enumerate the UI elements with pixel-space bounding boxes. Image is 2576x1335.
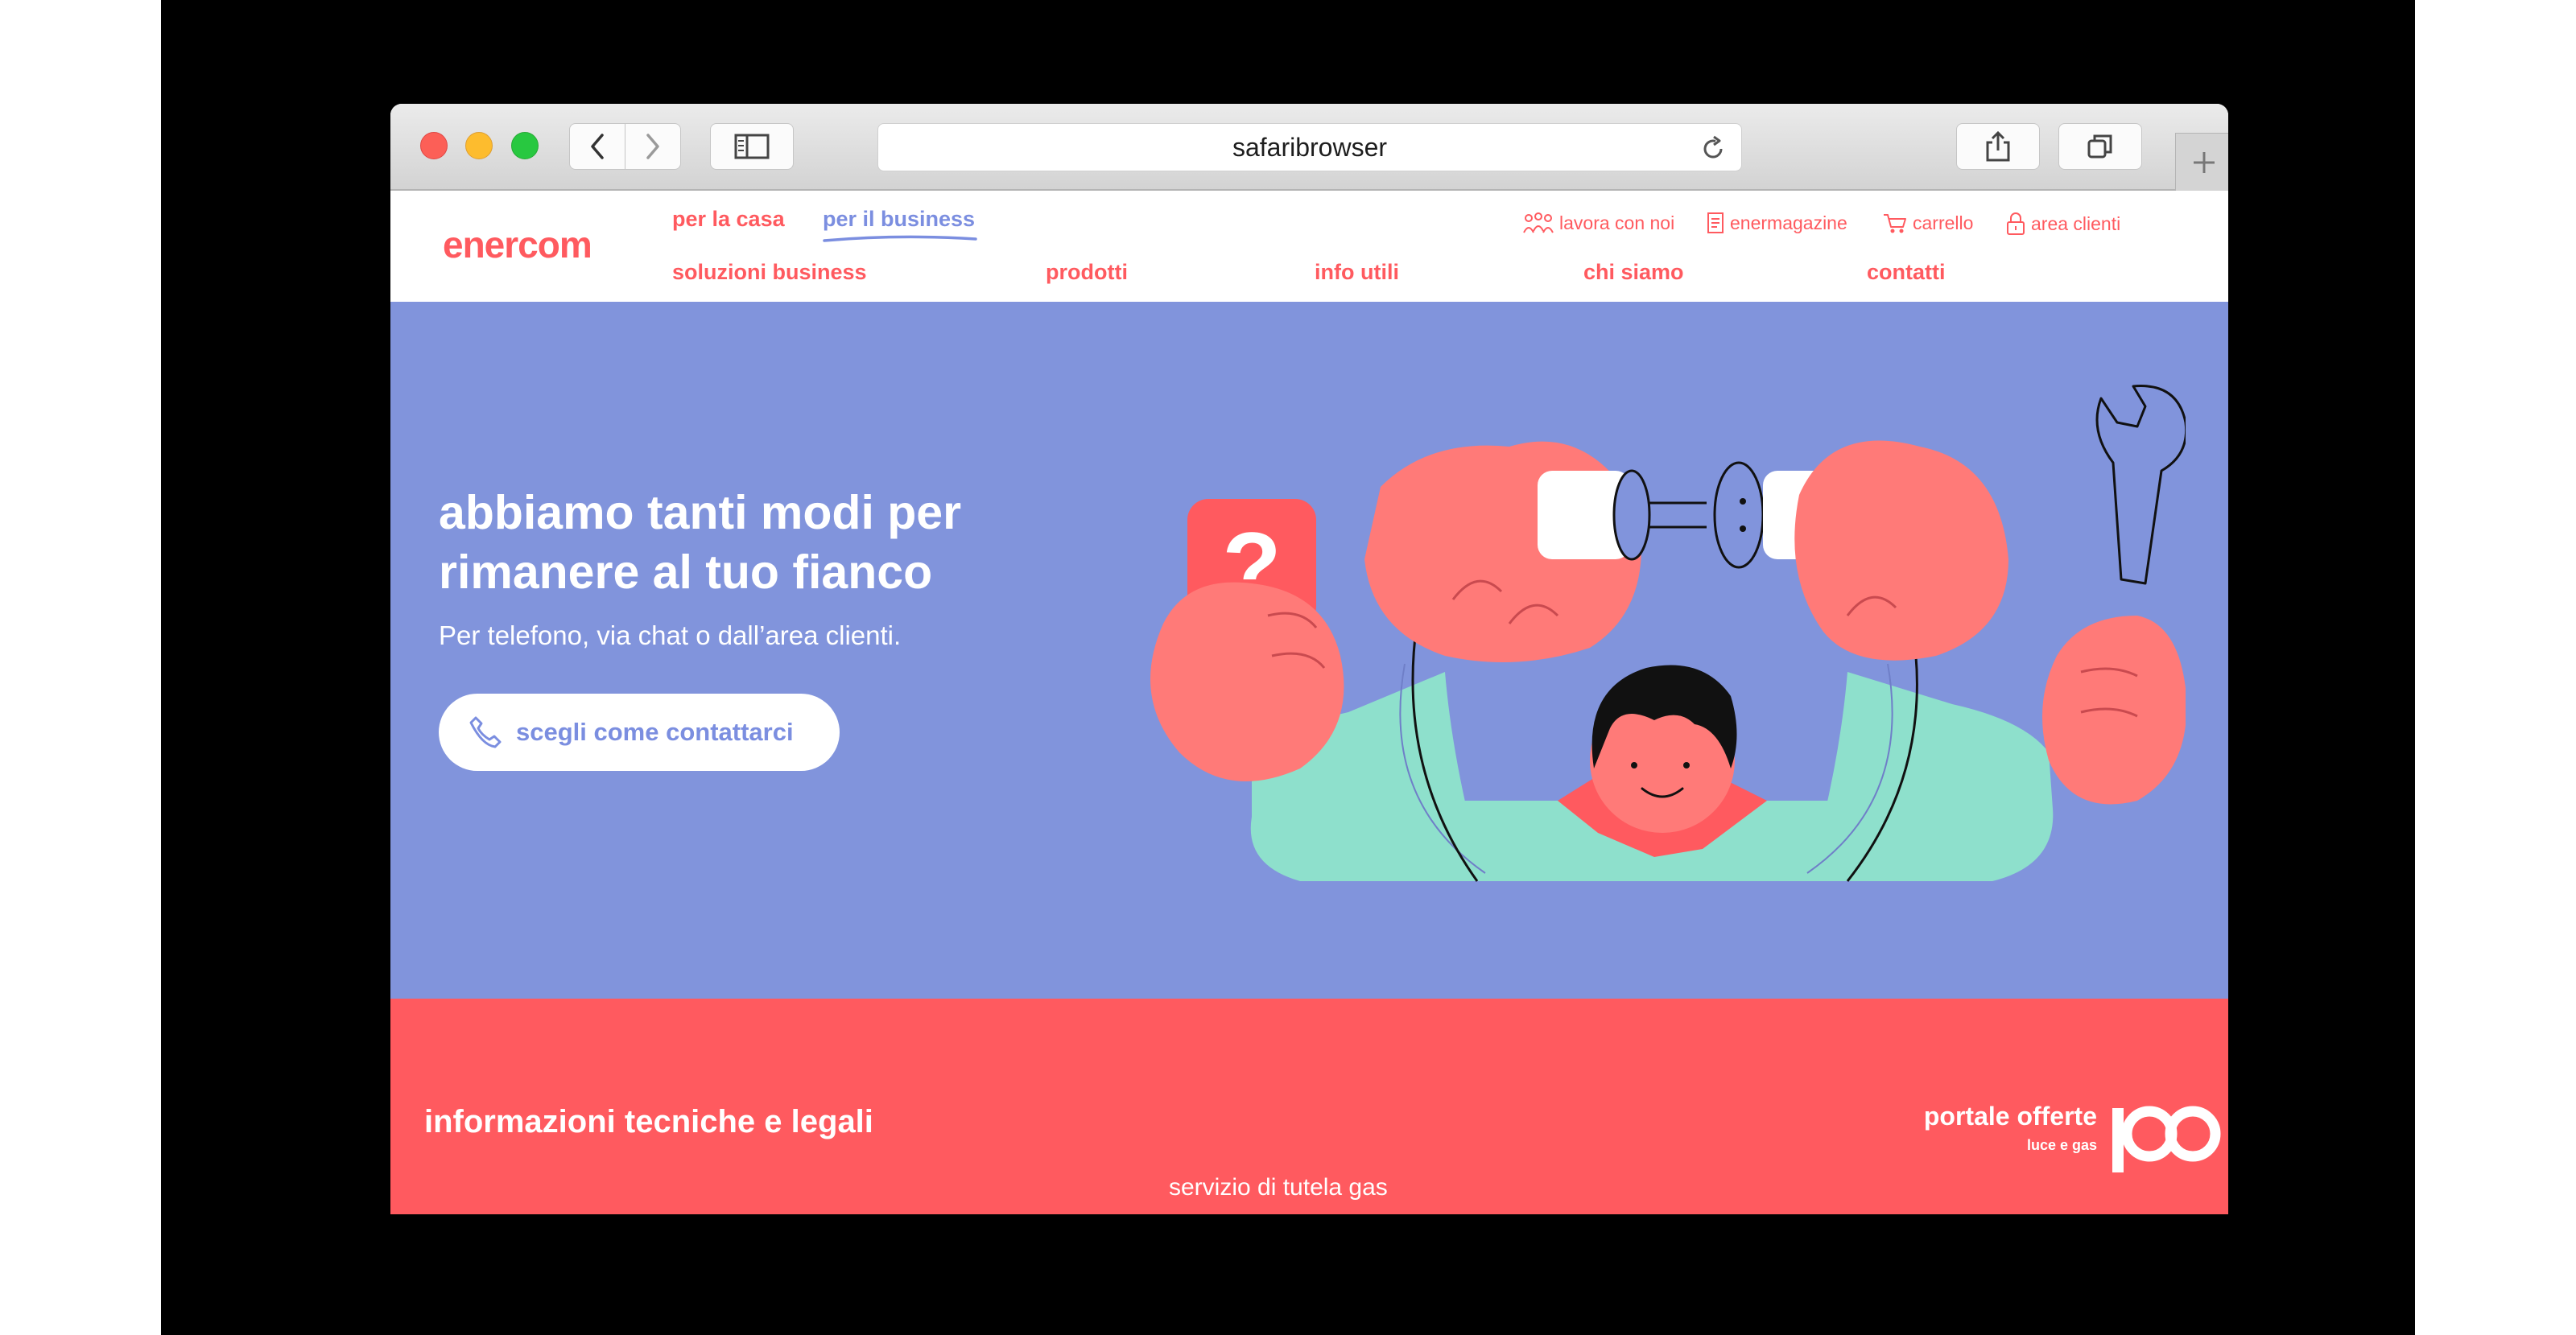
reload-icon[interactable] bbox=[1699, 135, 1727, 163]
sidebar-icon bbox=[734, 134, 770, 159]
forward-button[interactable] bbox=[625, 123, 681, 170]
nav-chi-siamo[interactable]: chi siamo bbox=[1583, 260, 1684, 285]
util-lavora-con-noi[interactable]: lavora con noi bbox=[1522, 212, 1674, 234]
util-carrello[interactable]: carrello bbox=[1882, 212, 1973, 234]
nav-contatti[interactable]: contatti bbox=[1867, 260, 1946, 285]
util-label: carrello bbox=[1913, 212, 1974, 233]
support-illustration: ? bbox=[1150, 385, 2186, 882]
url-text: safaribrowser bbox=[1232, 132, 1388, 162]
sidebar-toggle-button[interactable] bbox=[710, 123, 794, 170]
util-label: lavora con noi bbox=[1559, 212, 1675, 233]
portale-offerte-badge[interactable]: portale offerte luce e gas bbox=[1908, 1097, 2222, 1177]
nav-prodotti[interactable]: prodotti bbox=[1046, 260, 1128, 285]
people-icon bbox=[1523, 212, 1554, 233]
portale-offerte-logo bbox=[2112, 1106, 2221, 1172]
enercom-logo[interactable]: enercom bbox=[443, 223, 592, 266]
share-button[interactable] bbox=[1956, 123, 2040, 170]
close-window-button[interactable] bbox=[420, 132, 448, 159]
chevron-right-icon bbox=[646, 134, 659, 159]
util-label: enermagazine bbox=[1730, 212, 1847, 233]
hero-subtitle: Per telefono, via chat o dall’area clien… bbox=[439, 620, 902, 650]
portal-title: portale offerte bbox=[1923, 1102, 2097, 1131]
address-bar[interactable]: safaribrowser bbox=[877, 123, 1742, 171]
servizio-tutela-gas-link[interactable]: servizio di tutela gas bbox=[1169, 1174, 1388, 1201]
cta-label: scegli come contattarci bbox=[516, 718, 794, 746]
util-area-clienti[interactable]: area clienti bbox=[2005, 212, 2120, 236]
nav-soluzioni-business[interactable]: soluzioni business bbox=[672, 260, 867, 285]
plus-icon bbox=[2193, 151, 2215, 173]
util-enermagazine[interactable]: enermagazine bbox=[1706, 212, 1847, 234]
portal-subtitle: luce e gas bbox=[2026, 1137, 2097, 1153]
active-tab-underline bbox=[823, 235, 977, 242]
nav-info-utili[interactable]: info utili bbox=[1315, 260, 1399, 285]
tab-per-la-casa[interactable]: per la casa bbox=[672, 207, 785, 232]
tab-per-il-business[interactable]: per il business bbox=[823, 207, 975, 232]
new-tab-button[interactable] bbox=[2175, 133, 2228, 191]
share-icon bbox=[1986, 130, 2010, 162]
footer: informazioni tecniche e legali servizio … bbox=[390, 999, 2228, 1214]
hero-section: abbiamo tanti modi per rimanere al tuo f… bbox=[390, 302, 2228, 999]
cart-icon bbox=[1884, 214, 1906, 233]
footer-title: informazioni tecniche e legali bbox=[424, 1104, 873, 1139]
browser-window: safaribrowser enercom per la casa per il… bbox=[390, 104, 2228, 1214]
browser-toolbar: safaribrowser bbox=[390, 104, 2228, 191]
hero-title: abbiamo tanti modi per rimanere al tuo f… bbox=[439, 486, 962, 599]
back-button[interactable] bbox=[569, 123, 625, 170]
contact-cta-button[interactable]: scegli come contattarci bbox=[439, 694, 840, 771]
magazine-icon bbox=[1707, 212, 1724, 233]
lock-icon bbox=[2007, 212, 2025, 235]
chevron-left-icon bbox=[591, 134, 604, 159]
util-label: area clienti bbox=[2031, 212, 2121, 234]
phone-icon bbox=[469, 716, 502, 748]
show-tabs-button[interactable] bbox=[2058, 123, 2142, 170]
zoom-window-button[interactable] bbox=[511, 132, 539, 159]
tabs-icon bbox=[2087, 134, 2112, 159]
minimize-window-button[interactable] bbox=[465, 132, 493, 159]
site-header: enercom per la casa per il business solu… bbox=[390, 191, 2228, 302]
